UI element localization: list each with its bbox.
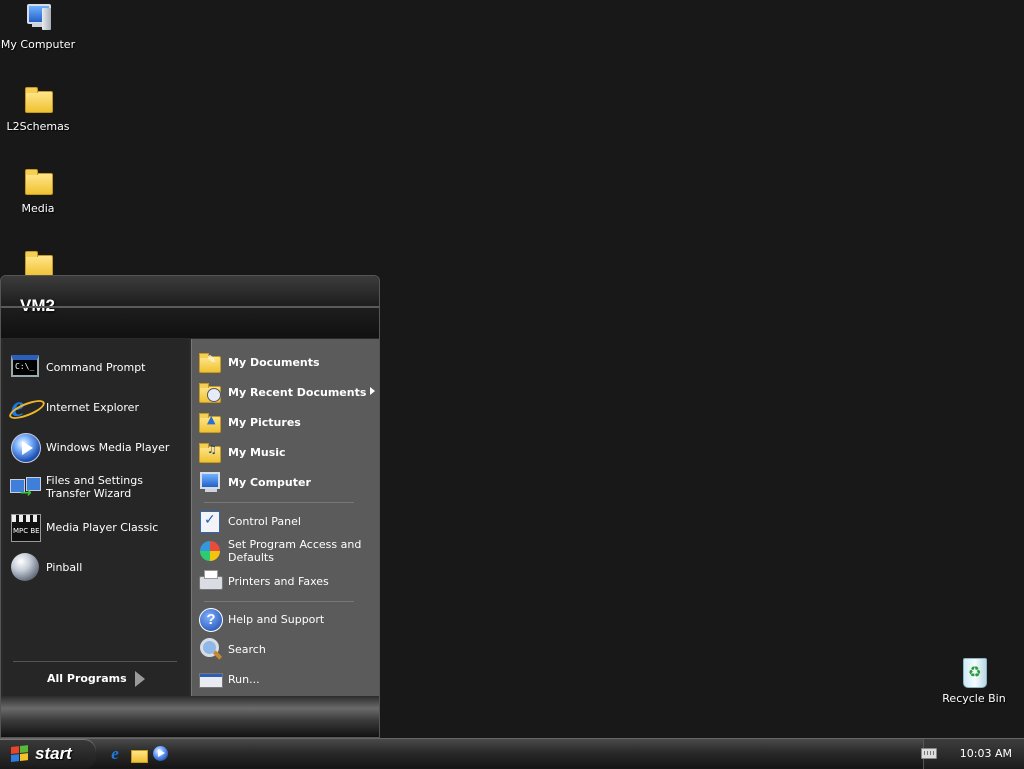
media-player-classic-icon: [9, 511, 41, 543]
tool-label: Run...: [228, 672, 260, 686]
place-my-music[interactable]: ♫ My Music: [198, 437, 374, 467]
program-access-icon: [198, 539, 222, 563]
divider: [13, 661, 177, 662]
tool-run[interactable]: Run...: [198, 664, 374, 694]
transfer-wizard-icon: [9, 471, 41, 503]
tool-help-support[interactable]: ? Help and Support: [198, 604, 374, 634]
submenu-arrow-icon: [370, 387, 375, 395]
my-recent-documents-icon: [198, 380, 222, 404]
control-panel-icon: [198, 509, 222, 533]
windows-media-player-icon: [9, 431, 41, 463]
place-my-recent-documents[interactable]: My Recent Documents: [198, 377, 375, 407]
setting-label: Control Panel: [228, 514, 301, 528]
program-label: Pinball: [46, 560, 83, 574]
start-menu-header: VM2: [1, 276, 379, 338]
my-pictures-icon: ▲: [198, 410, 222, 434]
all-programs-arrow-icon[interactable]: [135, 671, 145, 687]
windows-flag-icon: [11, 745, 29, 763]
setting-control-panel[interactable]: Control Panel: [198, 506, 374, 536]
divider: [204, 601, 354, 602]
printer-icon: [198, 569, 223, 593]
pinball-icon: [9, 551, 41, 583]
program-label: Windows Media Player: [46, 440, 170, 454]
setting-printers-faxes[interactable]: Printers and Faxes: [198, 566, 374, 596]
my-computer-icon: [22, 2, 54, 34]
tool-label: Search: [228, 642, 266, 656]
place-label: My Pictures: [228, 415, 301, 429]
place-label: My Documents: [228, 355, 320, 369]
all-programs-button[interactable]: All Programs: [47, 672, 127, 685]
program-pinball[interactable]: Pinball: [9, 549, 185, 585]
my-computer-icon: [198, 470, 222, 494]
place-my-computer[interactable]: My Computer: [198, 467, 374, 497]
recycle-bin-icon: [958, 656, 990, 688]
desktop-icon-label: L2Schemas: [6, 120, 70, 133]
desktop-icon-label: Media: [21, 202, 55, 215]
divider: [204, 502, 354, 503]
search-icon: [198, 637, 222, 661]
run-icon: [198, 667, 223, 691]
start-label: start: [35, 744, 72, 763]
desktop-icon-label: My Computer: [0, 38, 76, 51]
setting-label: Set Program Access and Defaults: [228, 538, 362, 564]
program-command-prompt[interactable]: Command Prompt: [9, 349, 185, 385]
program-media-player-classic[interactable]: Media Player Classic: [9, 509, 185, 545]
taskbar: start e 10:03 AM: [0, 738, 1024, 769]
folder-icon: [22, 84, 54, 116]
windows-explorer-icon[interactable]: [130, 745, 148, 763]
places-panel: ✎ My Documents My Recent Documents ▲ My …: [191, 339, 379, 696]
help-icon: ?: [198, 607, 223, 632]
tool-search[interactable]: Search: [198, 634, 374, 664]
clock[interactable]: 10:03 AM: [960, 747, 1012, 760]
start-button[interactable]: start: [0, 739, 96, 769]
start-menu: VM2 Command Prompt e Internet Explorer W…: [0, 275, 380, 738]
desktop-icon-media[interactable]: Media: [0, 166, 76, 215]
desktop-icon-label: Recycle Bin: [942, 692, 1006, 705]
place-label: My Computer: [228, 475, 311, 489]
place-my-documents[interactable]: ✎ My Documents: [198, 347, 374, 377]
pinned-programs-panel: Command Prompt e Internet Explorer Windo…: [3, 339, 189, 696]
desktop-icon-recycle-bin[interactable]: Recycle Bin: [936, 656, 1012, 705]
program-label: Internet Explorer: [46, 400, 139, 414]
program-transfer-wizard[interactable]: Files and Settings Transfer Wizard: [9, 469, 185, 505]
desktop-icon-my-computer[interactable]: My Computer: [0, 2, 76, 51]
internet-explorer-icon: e: [11, 390, 25, 423]
my-documents-icon: ✎: [198, 350, 222, 374]
windows-media-player-icon[interactable]: [153, 746, 168, 761]
setting-label: Printers and Faxes: [228, 574, 329, 588]
program-windows-media-player[interactable]: Windows Media Player: [9, 429, 185, 465]
place-label: My Music: [228, 445, 286, 459]
place-my-pictures[interactable]: ▲ My Pictures: [198, 407, 374, 437]
keyboard-icon[interactable]: [921, 748, 937, 759]
program-internet-explorer[interactable]: e Internet Explorer: [9, 389, 185, 425]
program-label: Media Player Classic: [46, 520, 159, 534]
tool-label: Help and Support: [228, 612, 325, 626]
folder-icon: [22, 166, 54, 198]
start-menu-footer: [1, 696, 379, 737]
my-music-icon: ♫: [198, 440, 222, 464]
program-label: Command Prompt: [46, 360, 146, 374]
internet-explorer-icon[interactable]: e: [106, 745, 124, 763]
setting-program-access[interactable]: Set Program Access and Defaults: [198, 536, 374, 566]
desktop-icon-l2schemas[interactable]: L2Schemas: [0, 84, 76, 133]
program-label: Files and Settings Transfer Wizard: [46, 474, 143, 500]
place-label: My Recent Documents: [228, 385, 367, 399]
system-tray: 10:03 AM: [923, 739, 1024, 769]
command-prompt-icon: [9, 351, 41, 383]
user-name: VM2: [20, 296, 55, 315]
